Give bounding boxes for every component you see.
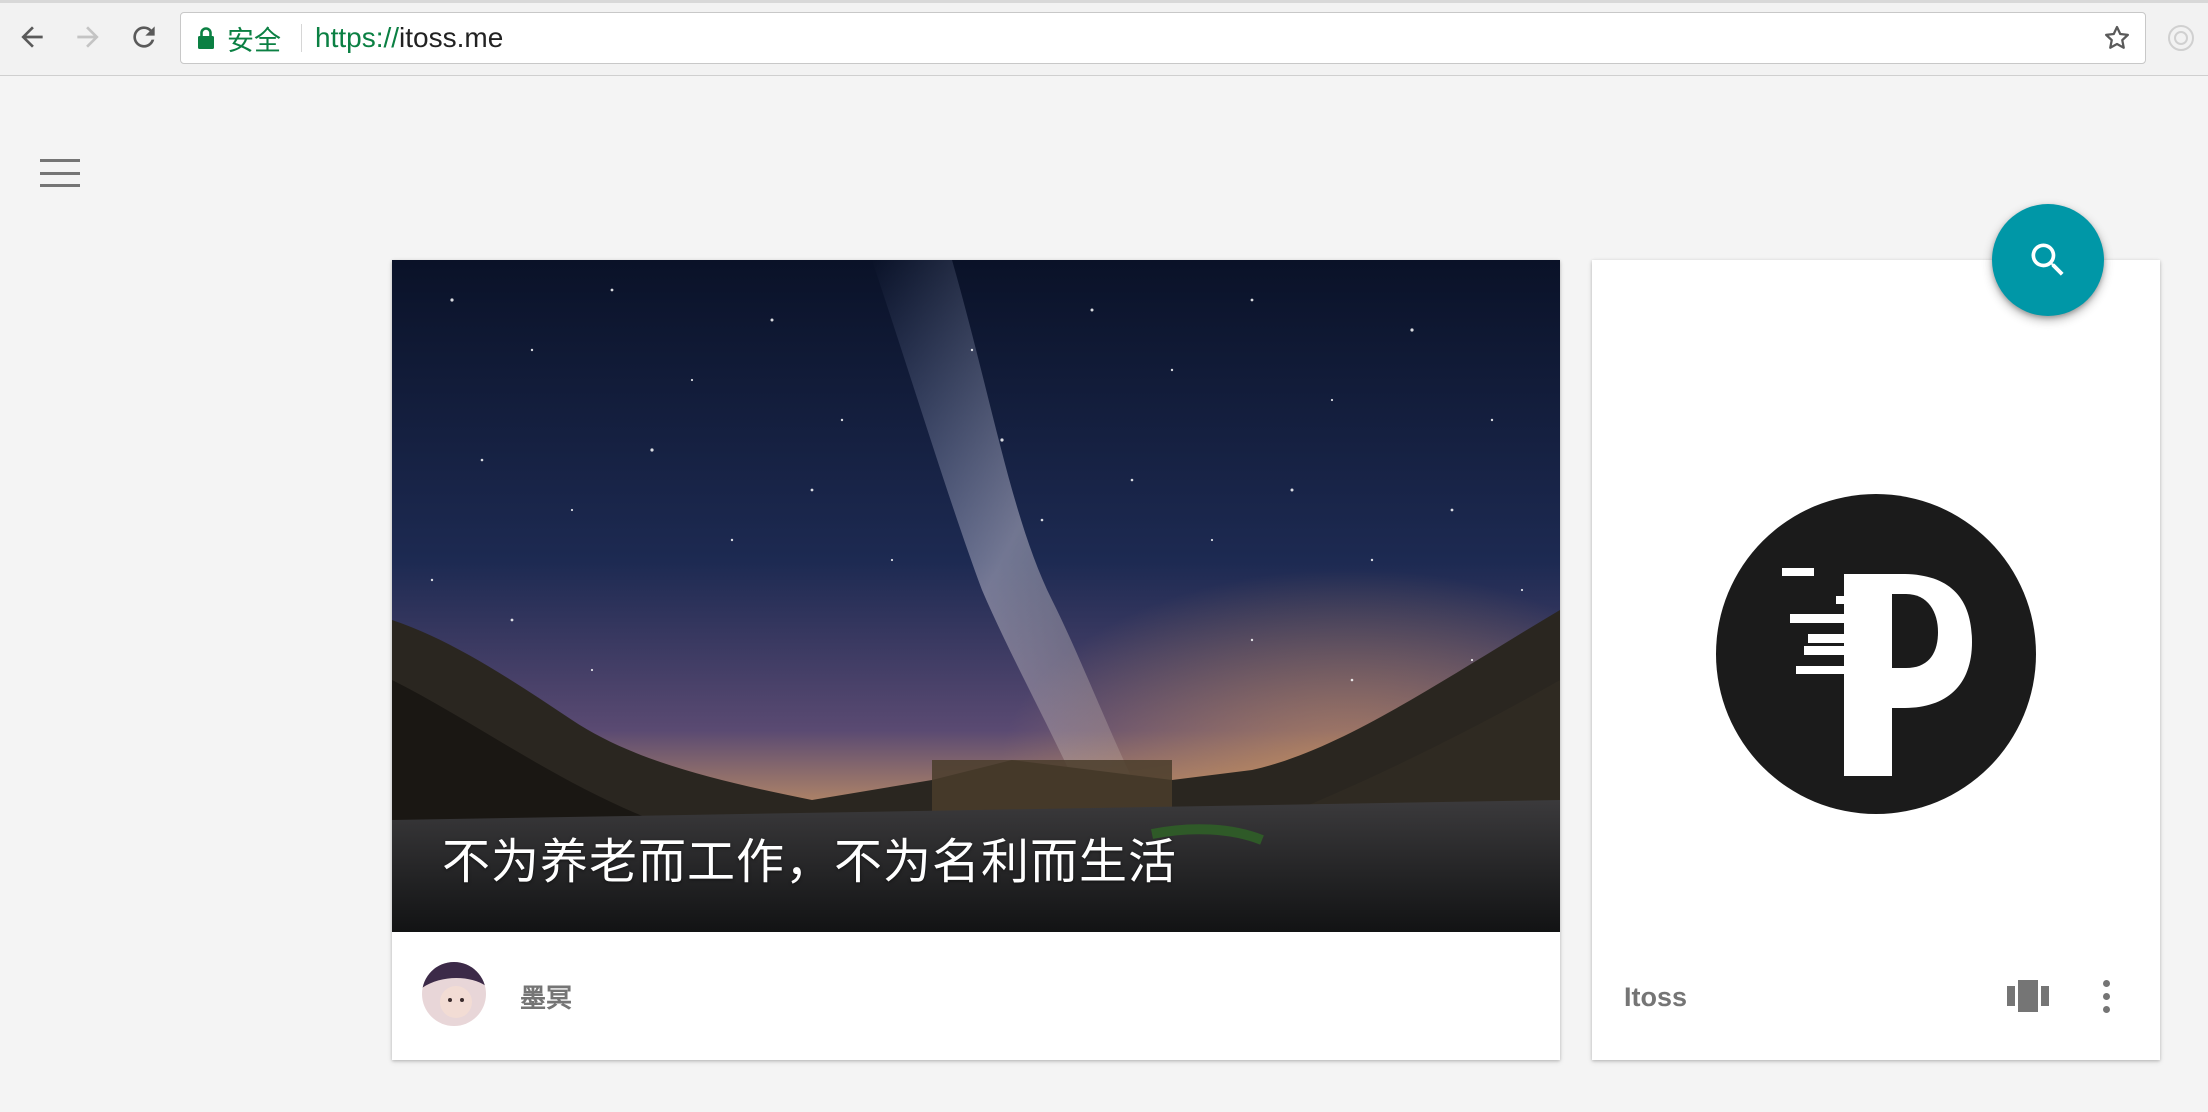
site-name[interactable]: Itoss (1624, 982, 1687, 1013)
back-button[interactable] (12, 17, 52, 57)
url-text[interactable]: https://itoss.me (315, 13, 503, 63)
browser-toolbar: 安全 https://itoss.me (0, 0, 2208, 76)
avatar-image (422, 962, 486, 1026)
post-card[interactable]: 不为养老而工作，不为名利而生活 墨冥 (392, 260, 1560, 1060)
hamburger-menu-button[interactable] (38, 156, 82, 190)
more-vert-icon-dot (2102, 992, 2110, 1000)
reload-icon (133, 26, 155, 48)
bookmark-button[interactable] (2099, 20, 2135, 56)
post-cover-image[interactable]: 不为养老而工作，不为名利而生活 (392, 260, 1560, 932)
site-logo[interactable] (1716, 494, 2036, 814)
post-author-row: 墨冥 (392, 932, 1560, 1060)
lock-icon (198, 27, 214, 49)
more-vert-icon-dot (2102, 1005, 2110, 1013)
more-vert-icon (2102, 979, 2110, 987)
menu-line (40, 184, 80, 187)
reload-button[interactable] (124, 17, 164, 57)
url-scheme: https:// (315, 22, 400, 53)
omnibox-divider (301, 24, 302, 52)
search-fab-button[interactable] (1992, 204, 2104, 316)
menu-line (40, 159, 80, 162)
search-icon (2031, 243, 2064, 276)
back-icon (21, 26, 43, 48)
author-name[interactable]: 墨冥 (520, 978, 572, 1015)
tab-strip-edge (0, 0, 2208, 3)
post-title[interactable]: 不为养老而工作，不为名利而生活 (442, 822, 1177, 892)
more-options-button[interactable] (2092, 974, 2120, 1018)
secure-label: 安全 (227, 25, 281, 57)
extension-button[interactable] (2165, 22, 2197, 54)
view-carousel-button[interactable] (2006, 976, 2050, 1016)
itoss-p-logo-icon (1716, 494, 2036, 814)
site-card[interactable]: Itoss (1592, 260, 2160, 1060)
security-chip[interactable]: 安全 (197, 13, 281, 63)
menu-line (40, 171, 80, 175)
extension-icon (2168, 25, 2194, 51)
url-host: itoss.me (399, 22, 504, 53)
address-bar[interactable]: 安全 https://itoss.me (180, 12, 2146, 64)
author-avatar[interactable] (422, 962, 486, 1026)
forward-icon (77, 26, 99, 48)
forward-button[interactable] (68, 17, 108, 57)
view-carousel-icon (2007, 980, 2049, 1012)
star-icon (2105, 25, 2129, 49)
